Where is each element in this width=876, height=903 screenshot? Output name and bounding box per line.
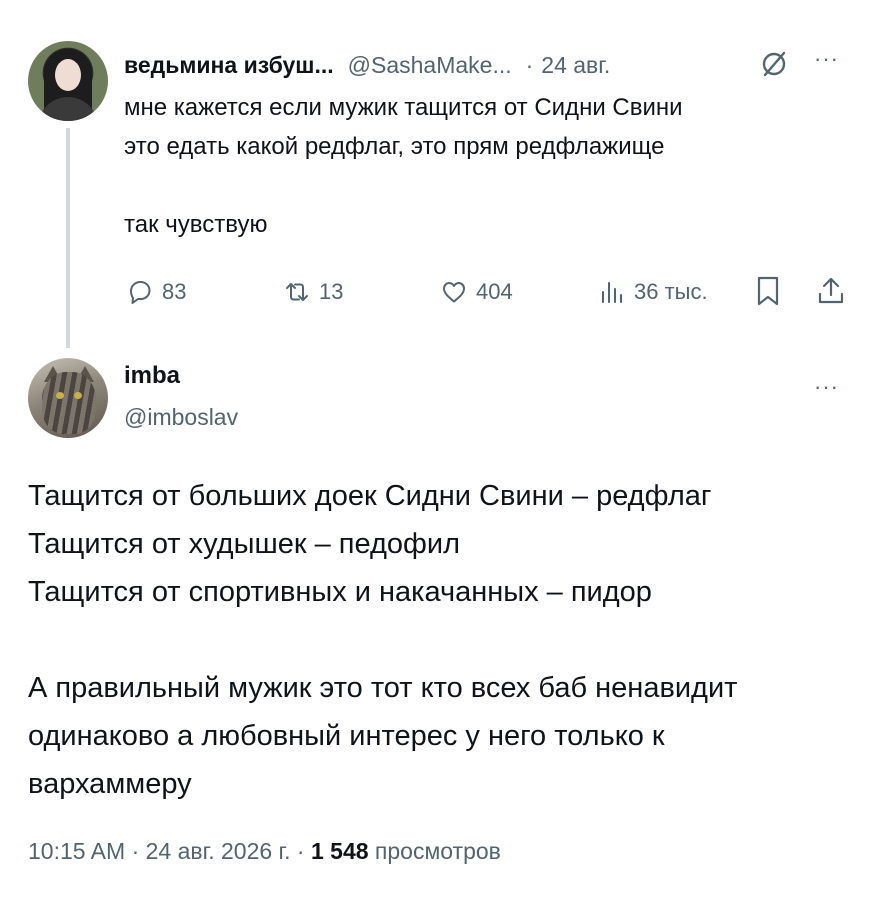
bookmark-icon[interactable] <box>754 275 782 307</box>
meta-separator: · <box>296 838 305 864</box>
share-icon[interactable] <box>815 275 847 307</box>
tweet-time[interactable]: 10:15 AM <box>28 838 125 864</box>
repost-button[interactable]: 13 <box>283 272 343 312</box>
parent-more-options-button[interactable]: ··· <box>814 46 848 76</box>
meta-separator: · <box>131 838 140 864</box>
parent-tweet-text: мне кажется если мужик тащится от Сидни … <box>124 88 844 244</box>
reply-icon <box>130 281 151 304</box>
tweet-date[interactable]: 24 авг. 2026 г. <box>146 838 291 864</box>
heart-icon <box>443 282 465 303</box>
parent-text-line: так чувствую <box>124 211 268 238</box>
main-more-options-button[interactable]: ··· <box>814 374 848 404</box>
views-count: 36 тыс. <box>634 279 708 304</box>
parent-tweet-header: ведьмина избуш... @SashaMake... · 24 авг… <box>124 48 610 82</box>
main-text-line: Тащится от худышек – педофил <box>28 528 460 560</box>
main-text-line: А правильный мужик это тот кто всех баб … <box>28 672 738 704</box>
tweet-views-label: просмотров <box>374 838 501 864</box>
views-chart-icon <box>602 282 622 303</box>
parent-text-line: мне кажется если мужик тащится от Сидни … <box>124 94 683 121</box>
tweet-meta: 10:15 AM · 24 авг. 2026 г. · 1 548 просм… <box>28 838 501 865</box>
main-author-avatar[interactable] <box>28 358 108 438</box>
reply-button[interactable]: 83 <box>126 272 186 312</box>
main-text-line: Тащится от спортивных и накачанных – пид… <box>28 576 652 608</box>
main-text-line: Тащится от больших доек Сидни Свини – ре… <box>28 480 712 512</box>
main-text-line: вархаммеру <box>28 768 192 800</box>
repost-count: 13 <box>319 279 344 304</box>
repost-icon <box>286 283 308 301</box>
main-author-name[interactable]: imba <box>124 362 180 390</box>
parent-tweet-date[interactable]: 24 авг. <box>541 52 610 79</box>
header-separator: · <box>525 51 534 78</box>
like-count: 404 <box>476 279 513 304</box>
tweet-views-count[interactable]: 1 548 <box>311 838 369 864</box>
main-author-handle[interactable]: @imboslav <box>124 404 238 431</box>
parent-text-line: это едать какой редфлаг, это прям редфла… <box>124 133 665 160</box>
grok-icon[interactable] <box>760 50 788 78</box>
main-text-line: одинаково а любовный интерес у него толь… <box>28 720 665 752</box>
parent-author-handle[interactable]: @SashaMake... <box>348 52 512 79</box>
thread-connector-line <box>66 128 70 348</box>
parent-author-name[interactable]: ведьмина избуш... <box>124 52 334 79</box>
reply-count: 83 <box>162 279 187 304</box>
main-tweet-text: Тащится от больших доек Сидни Свини – ре… <box>28 472 858 808</box>
views-button[interactable]: 36 тыс. <box>598 272 708 312</box>
parent-author-avatar[interactable] <box>28 41 108 121</box>
like-button[interactable]: 404 <box>440 272 513 312</box>
